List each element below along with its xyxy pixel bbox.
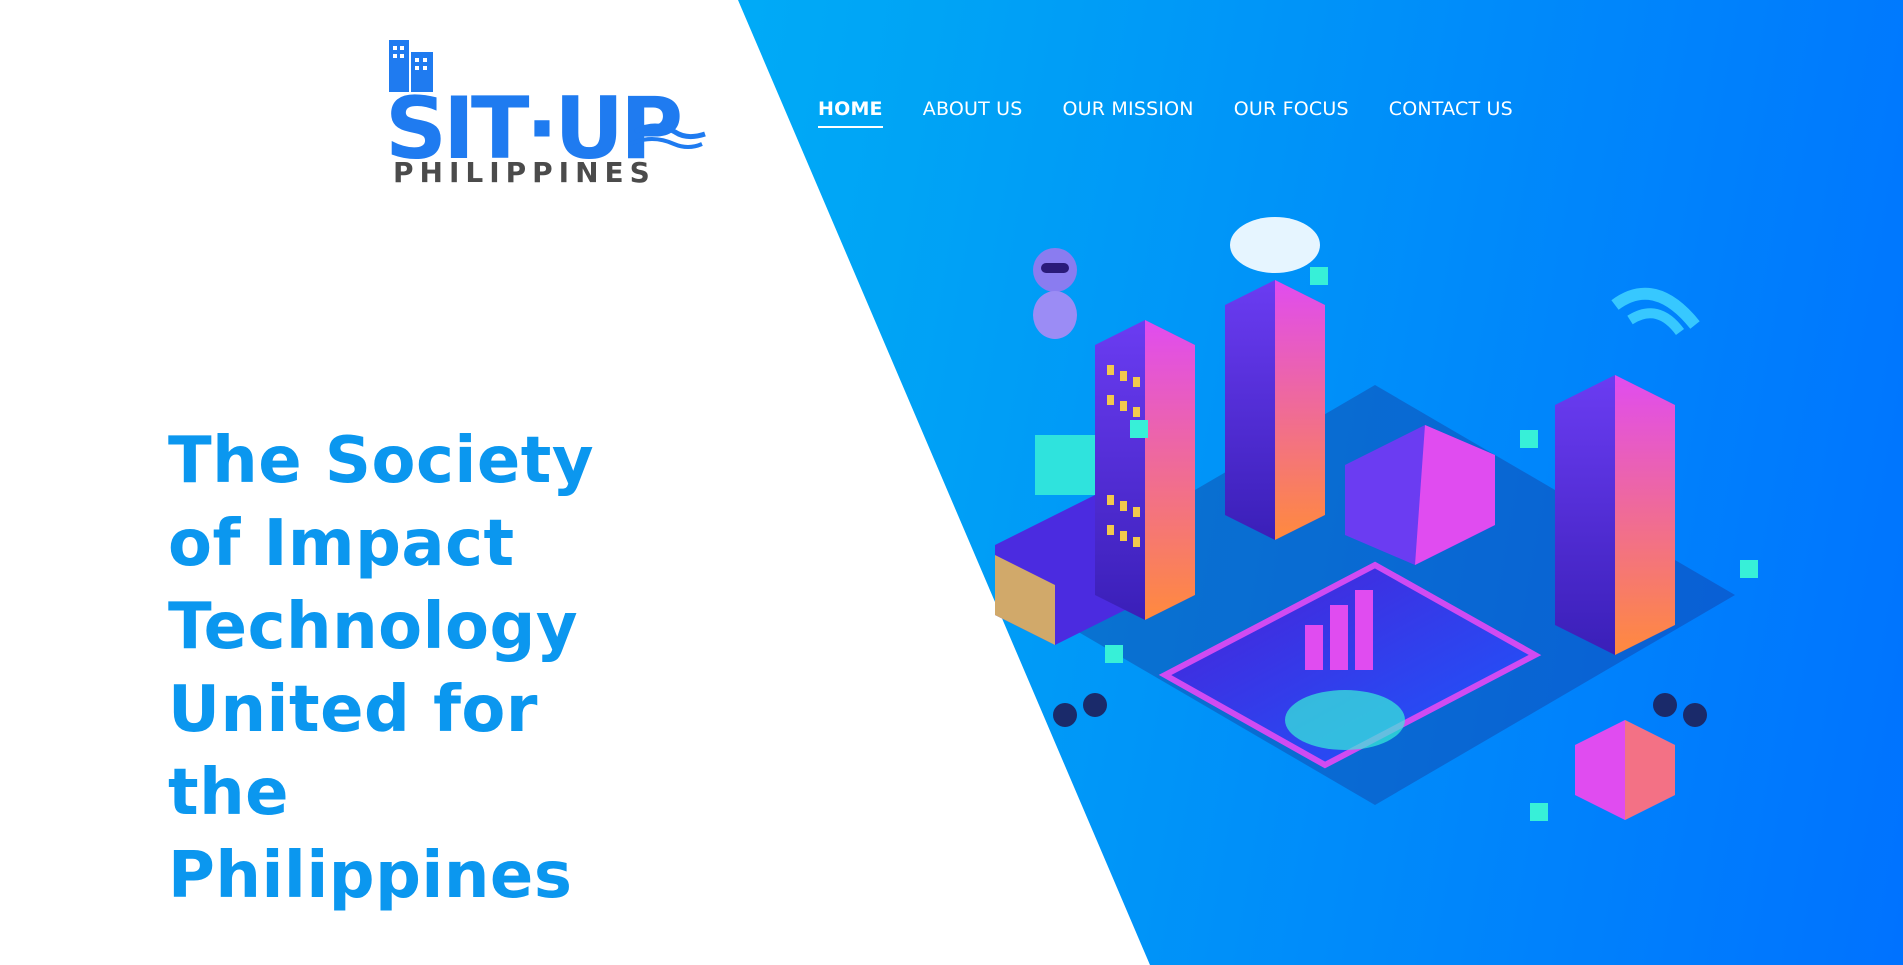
site-logo[interactable]: SIT·UP PHILIPPINES [385,32,710,194]
nav-home[interactable]: HOME [818,98,883,128]
headline-line: of Impact [168,507,515,581]
nav-our-focus[interactable]: OUR FOCUS [1234,98,1349,128]
smart-city-illustration-icon [975,205,1795,915]
headline-line: United for [168,673,538,747]
logo-subtitle: PHILIPPINES [393,156,656,189]
headline-line: Philippines [168,839,573,913]
headline-line: the [168,756,290,830]
main-navigation: HOME ABOUT US OUR MISSION OUR FOCUS CONT… [818,98,1513,128]
headline-line: Technology [168,590,579,664]
headline-line: The Society [168,424,595,498]
hero-headline: The Society of Impact Technology United … [168,420,628,918]
nav-contact-us[interactable]: CONTACT US [1389,98,1513,128]
nav-our-mission[interactable]: OUR MISSION [1063,98,1194,128]
nav-about-us[interactable]: ABOUT US [923,98,1023,128]
